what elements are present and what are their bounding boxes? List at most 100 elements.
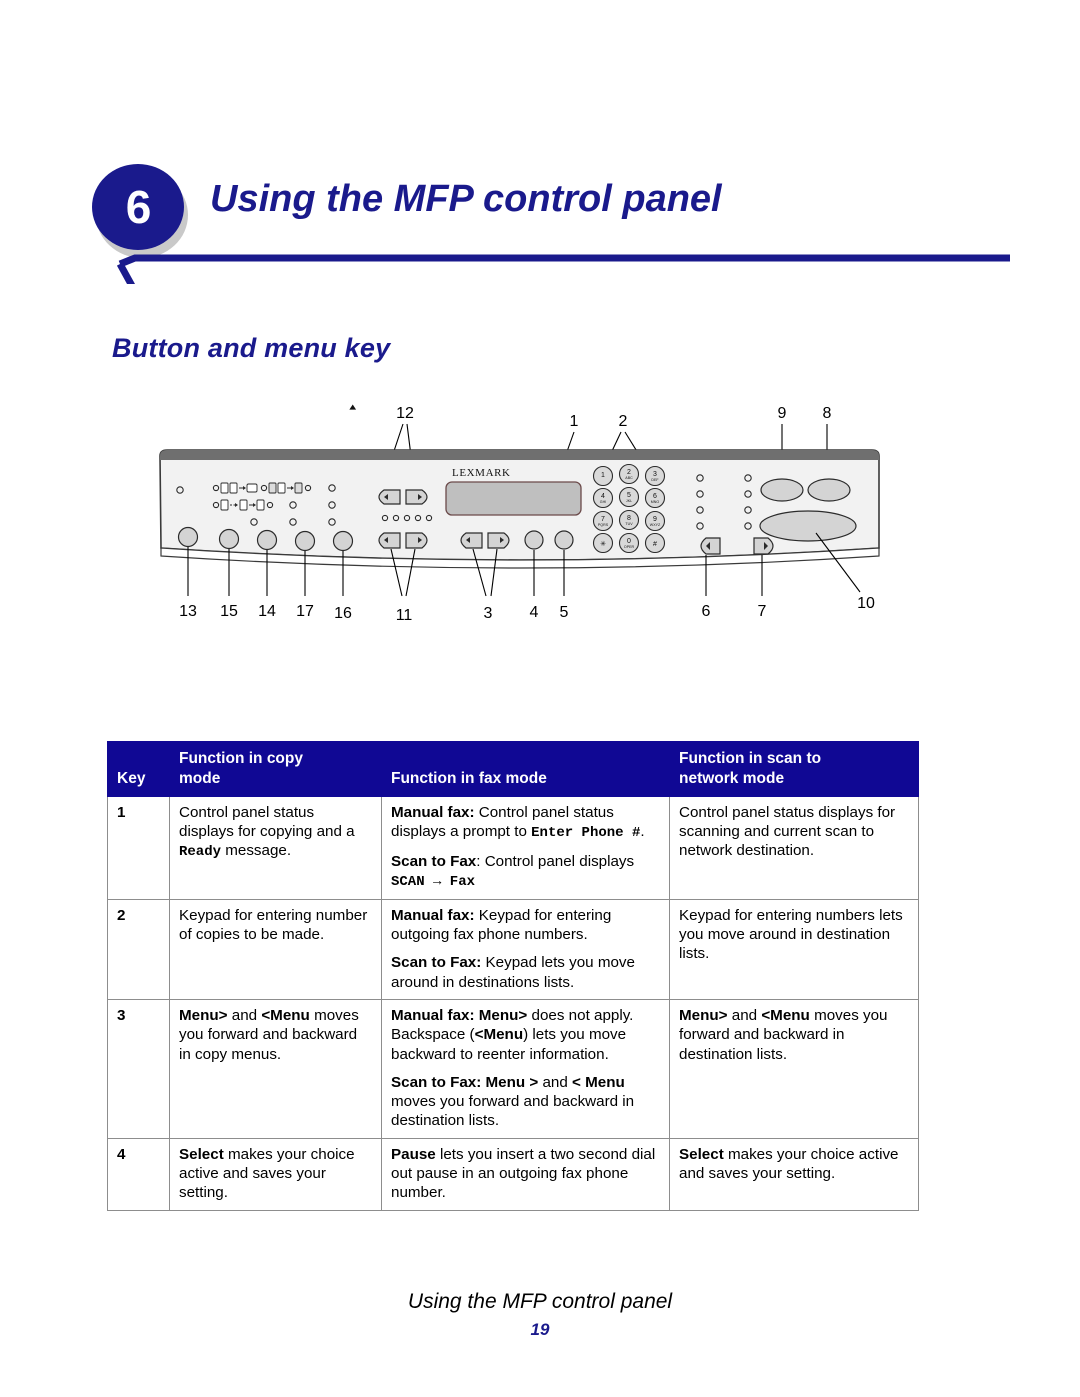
footer-title: Using the MFP control panel xyxy=(407,1290,673,1313)
chapter-heading: 6 Using the MFP control panel xyxy=(0,150,1080,290)
panel-menu-left-3[interactable] xyxy=(460,532,483,549)
row-copy-cell: Select makes your choice active and save… xyxy=(169,1137,382,1211)
svg-text:#: # xyxy=(653,541,657,548)
row-fax-cell: Manual fax: Menu> does not apply. Backsp… xyxy=(381,998,670,1139)
svg-text:4: 4 xyxy=(601,493,605,500)
callout-8: 8 xyxy=(823,405,832,422)
control-panel-figure: .cnum { font-family:"Liberation Sans", s… xyxy=(150,400,890,650)
panel-top-strip xyxy=(160,450,879,460)
cell-mono-text: SCAN → Fax xyxy=(391,874,476,891)
row-scan-cell: Select makes your choice active and save… xyxy=(669,1137,919,1211)
svg-text:5: 5 xyxy=(627,492,631,499)
cell-bold-text: Scan to Fax: Menu > xyxy=(391,1073,539,1091)
control-panel-svg: .cnum { font-family:"Liberation Sans", s… xyxy=(159,404,880,624)
row-fax-cell: Manual fax: Control panel status display… xyxy=(381,795,670,900)
panel-button-16[interactable] xyxy=(332,530,354,552)
panel-arrow-left-12[interactable] xyxy=(378,489,401,505)
row-fax-cell: Pause lets you insert a two second dial … xyxy=(381,1137,670,1211)
cell-text: message. xyxy=(221,842,292,860)
callout-11: 11 xyxy=(396,607,413,624)
copy-icon-row-2 xyxy=(212,499,274,511)
svg-text:GHI: GHI xyxy=(600,500,606,504)
cell-bold-text: Menu> xyxy=(679,1006,728,1024)
cell-text: moves you forward and backward in destin… xyxy=(391,1093,635,1130)
cell-mono-text: Ready xyxy=(179,844,222,861)
cell-text: Control panel status displays for copyin… xyxy=(179,803,355,840)
callout-6: 6 xyxy=(702,603,711,620)
cell-bold-text: Scan to Fax: xyxy=(391,954,482,972)
callout-4: 4 xyxy=(530,604,539,621)
callout-1: 1 xyxy=(570,413,579,430)
cell-text: Keypad for entering number of copies to … xyxy=(179,906,368,944)
svg-text:MNO: MNO xyxy=(651,500,660,504)
column-header-copy: Function in copy mode xyxy=(169,741,382,797)
callout-17: 17 xyxy=(296,603,314,620)
panel-arrow-right-12[interactable] xyxy=(405,489,428,505)
row-copy-cell: Menu> and <Menu moves you forward and ba… xyxy=(169,998,382,1139)
table-row: 2 Keypad for entering number of copies t… xyxy=(107,898,919,1000)
panel-menu-right-3[interactable] xyxy=(487,532,510,549)
callout-15: 15 xyxy=(220,603,238,620)
panel-start-button-10[interactable] xyxy=(759,510,857,542)
panel-button-17[interactable] xyxy=(294,530,316,552)
chapter-rule xyxy=(116,254,1010,284)
cell-bold-text: Pause xyxy=(391,1145,436,1163)
svg-text:ABC: ABC xyxy=(625,476,633,480)
column-header-fax-label: Function in fax mode xyxy=(391,769,547,787)
lexmark-logo: LEXMARK xyxy=(452,467,511,479)
row-key: 3 xyxy=(107,998,170,1139)
callout-2: 2 xyxy=(619,413,628,430)
svg-text:0: 0 xyxy=(627,538,631,545)
page-title: Using the MFP control panel xyxy=(210,178,722,220)
panel-arrow-right-11[interactable] xyxy=(405,532,428,549)
panel-button-15[interactable] xyxy=(218,528,240,550)
svg-text:6: 6 xyxy=(653,493,657,500)
callout-7: 7 xyxy=(758,603,767,620)
callouts-top: 12 1 2 9 8 xyxy=(396,405,831,430)
cell-bold-text: <Menu xyxy=(474,1026,524,1044)
cell-bold-text: Select xyxy=(679,1145,724,1163)
column-header-copy-line1: Function in copy xyxy=(179,750,303,767)
cell-bold-text: Menu> xyxy=(179,1006,228,1024)
svg-text:DEF: DEF xyxy=(651,478,659,482)
section-title: Button and menu key xyxy=(112,333,391,363)
callout-14: 14 xyxy=(258,603,276,620)
panel-button-14[interactable] xyxy=(256,529,278,551)
column-header-key: Key xyxy=(107,741,170,797)
column-header-copy-line2: mode xyxy=(179,769,221,787)
panel-arrow-6[interactable] xyxy=(700,537,721,555)
cell-bold-text: Scan to Fax xyxy=(391,852,477,870)
cell-text: and xyxy=(727,1006,762,1024)
row-scan-cell: Control panel status displays for scanni… xyxy=(669,795,919,900)
panel-arrow-7[interactable] xyxy=(753,537,774,555)
row-scan-cell: Menu> and <Menu moves you forward and ba… xyxy=(669,998,919,1139)
callout-10: 10 xyxy=(857,595,875,612)
panel-oval-button-9[interactable] xyxy=(760,478,804,502)
callout-3: 3 xyxy=(484,605,493,622)
row-fax-cell: Manual fax: Keypad for entering outgoing… xyxy=(381,898,670,1000)
lcd-display xyxy=(445,481,582,516)
cell-bold-text: Manual fax: xyxy=(391,803,475,821)
panel-button-13[interactable] xyxy=(177,526,199,548)
callouts-bottom: 13 15 14 17 16 11 3 4 5 6 7 10 xyxy=(179,595,875,624)
cell-bold-text: Select xyxy=(179,1145,224,1163)
cell-bold-text: <Menu xyxy=(761,1006,810,1024)
panel-button-4-select[interactable] xyxy=(524,530,544,550)
callout-16: 16 xyxy=(334,605,352,622)
cell-mono-text: Enter Phone # xyxy=(531,824,641,841)
panel-oval-button-8[interactable] xyxy=(807,478,851,502)
panel-arrow-left-11[interactable] xyxy=(378,532,401,549)
callout-13: 13 xyxy=(179,603,197,620)
cell-text: Control panel status displays for scanni… xyxy=(679,803,896,860)
panel-button-5[interactable] xyxy=(554,530,574,550)
column-header-scan-line2: network mode xyxy=(679,769,785,787)
row-key: 1 xyxy=(107,795,170,900)
cell-bold-text: Manual fax: xyxy=(391,906,475,924)
callout-9: 9 xyxy=(778,405,787,422)
svg-text:WXYZ: WXYZ xyxy=(650,523,661,527)
svg-text:3: 3 xyxy=(653,471,657,478)
row-key: 2 xyxy=(107,898,170,1000)
svg-text:JKL: JKL xyxy=(626,499,632,503)
row-key: 4 xyxy=(107,1137,170,1211)
svg-text:7: 7 xyxy=(601,516,605,523)
